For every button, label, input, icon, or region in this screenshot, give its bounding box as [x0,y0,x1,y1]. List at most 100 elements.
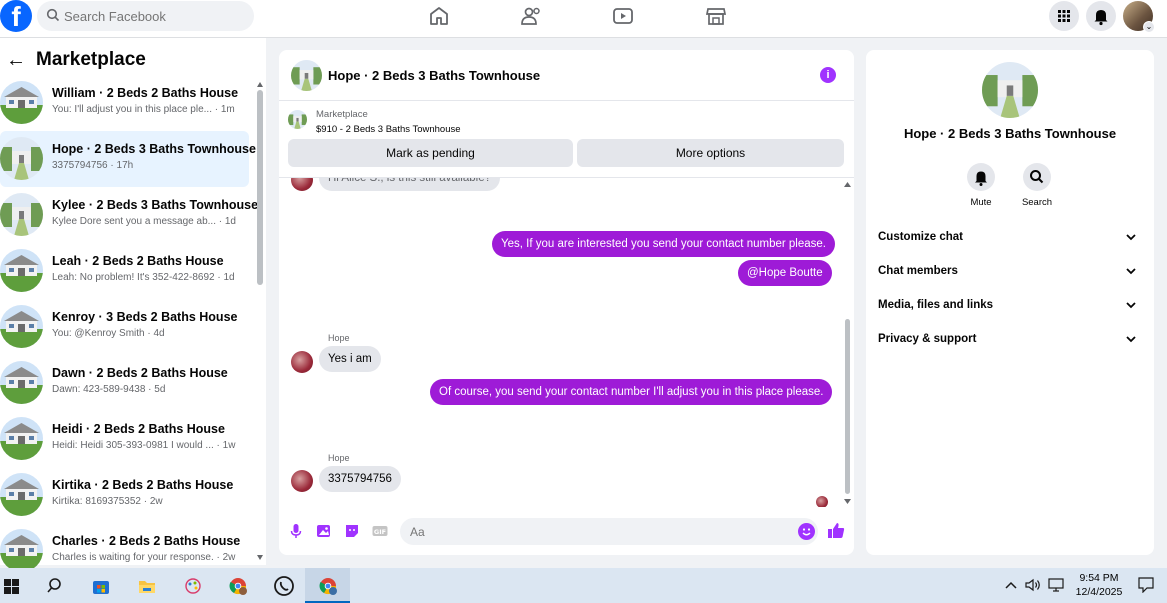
scrollbar-thumb[interactable] [845,319,850,494]
bell-icon [975,171,987,186]
search-icon [46,8,60,22]
media-files-links-row[interactable]: Media, files and links [878,299,1142,319]
listing-thumbnail [288,110,307,129]
row-label: Chat members [878,265,958,277]
volume-icon[interactable] [1025,578,1043,592]
tray-chevron-up-icon[interactable] [1005,580,1017,590]
conversation-item[interactable]: Kenroy · 3 Beds 2 Baths House You: @Kenr… [0,299,249,355]
message-bubble-incoming: Yes i am [319,346,381,372]
message-bubble-outgoing: Of course, you send your contact number … [430,379,833,405]
search-box[interactable] [37,1,254,31]
search-input[interactable] [64,1,244,31]
details-title: Hope · 2 Beds 3 Baths Townhouse [903,126,1117,141]
listing-thumbnail [0,417,43,460]
sticker-icon[interactable] [344,523,360,539]
marketplace-icon[interactable] [704,5,728,27]
back-arrow-icon[interactable]: ← [6,49,26,72]
menu-grid-button[interactable] [1049,1,1079,31]
like-thumbs-up-icon[interactable] [827,521,845,539]
gif-icon[interactable]: GIF [372,523,388,539]
profile-avatar[interactable]: ⌄ [1123,1,1155,33]
message-bubble-incoming: 3375794756 [319,466,401,492]
facebook-logo[interactable]: f [0,0,32,32]
mute-action[interactable]: Mute [953,163,1009,208]
conversation-item[interactable]: Kylee · 2 Beds 3 Baths Townhouse Kylee D… [0,187,258,243]
row-label: Customize chat [878,231,963,243]
conversation-list-scrollbar[interactable] [257,82,263,560]
network-icon[interactable] [1048,578,1064,592]
conversation-preview: Dawn: 423-589-9438 · 5d [52,384,166,395]
paint-app-icon[interactable] [183,576,203,596]
chevron-down-icon [1126,234,1136,241]
top-navigation-bar: f ⌄ [0,0,1167,38]
conversation-item[interactable]: Kirtika · 2 Beds 2 Baths House Kirtika: … [0,467,249,523]
privacy-support-row[interactable]: Privacy & support [878,333,1142,353]
details-avatar[interactable] [982,62,1038,118]
chrome-active-icon[interactable] [318,576,338,596]
info-icon[interactable]: i [820,67,836,83]
search-in-chat-button[interactable] [1023,163,1051,191]
conversation-item[interactable]: Dawn · 2 Beds 2 Baths House Dawn: 423-58… [0,355,249,411]
message-composer: GIF [279,507,854,555]
chat-members-row[interactable]: Chat members [878,265,1142,285]
windows-start-icon[interactable] [4,579,19,594]
message-bubble-incoming: Hi Alice S., is this still available? [319,178,500,191]
search-action[interactable]: Search [1009,163,1065,208]
chat-title[interactable]: Hope · 2 Beds 3 Baths Townhouse [328,68,540,83]
mark-as-pending-button[interactable]: Mark as pending [288,139,573,167]
message-bubble-outgoing: Yes, If you are interested you send your… [492,231,835,257]
conversation-item[interactable]: Heidi · 2 Beds 2 Baths House Heidi: Heid… [0,411,249,467]
conversation-name: Charles · 2 Beds 2 Baths House [52,534,241,548]
search-icon [1030,170,1044,184]
conversation-item-active[interactable]: Hope · 2 Beds 3 Baths Townhouse 33757947… [0,131,256,187]
chat-details-panel: Hope · 2 Beds 3 Baths Townhouse Mute Sea… [866,50,1154,555]
clock-date: 12/4/2025 [1075,586,1123,598]
chat-scrollbar[interactable] [844,178,851,507]
more-options-button[interactable]: More options [577,139,844,167]
listing-price[interactable]: $910 - 2 Beds 3 Baths Townhouse [316,124,461,135]
sender-name: Hope [328,453,350,463]
conversation-preview: Heidi: Heidi 305-393-0981 I would ... · … [52,440,236,451]
notification-center-icon[interactable] [1138,577,1154,593]
conversation-item[interactable]: Leah · 2 Beds 2 Baths House Leah: No pro… [0,243,249,299]
notifications-button[interactable] [1086,1,1116,31]
svg-text:GIF: GIF [374,528,386,536]
microphone-icon[interactable] [288,523,304,539]
file-explorer-icon[interactable] [137,576,157,596]
chevron-down-icon [1126,336,1136,343]
scrollbar-thumb[interactable] [257,90,263,285]
video-icon[interactable] [611,5,635,27]
listing-thumbnail [0,249,43,292]
conversation-preview: Kirtika: 8169375352 · 2w [52,496,163,507]
scroll-down-icon[interactable] [257,555,263,560]
chrome-profile-icon[interactable] [228,576,248,596]
scroll-up-icon[interactable] [844,182,851,187]
conversation-name: Dawn · 2 Beds 2 Baths House [52,366,228,380]
row-label: Privacy & support [878,333,977,345]
scroll-down-icon[interactable] [844,499,851,504]
home-icon[interactable] [427,5,451,27]
message-input-field[interactable] [400,518,818,545]
emoji-icon[interactable] [798,523,815,540]
chevron-down-icon [1126,268,1136,275]
customize-chat-row[interactable]: Customize chat [878,231,1142,251]
conversation-preview: You: I'll adjust you in this place ple..… [52,104,235,115]
photo-icon[interactable] [316,523,332,539]
listing-thumbnail [0,529,43,572]
whatsapp-icon[interactable] [273,575,295,597]
message-bubble-outgoing: @Hope Boutte [738,260,832,286]
seen-receipt-avatar [816,496,828,507]
listing-source: Marketplace [316,109,368,120]
mute-button[interactable] [967,163,995,191]
search-icon[interactable] [46,576,66,596]
conversation-item[interactable]: William · 2 Beds 2 Baths House You: I'll… [0,75,249,131]
system-clock[interactable]: 9:54 PM 12/4/2025 [1070,571,1128,599]
windows-taskbar: 9:54 PM 12/4/2025 [0,568,1167,603]
message-input[interactable] [410,518,790,545]
store-icon[interactable] [91,576,111,596]
scroll-up-icon[interactable] [257,82,263,87]
friends-icon[interactable] [519,5,543,27]
listing-thumbnail [0,137,43,180]
conversation-name: Hope · 2 Beds 3 Baths Townhouse [52,142,256,156]
chat-avatar[interactable] [291,60,322,91]
